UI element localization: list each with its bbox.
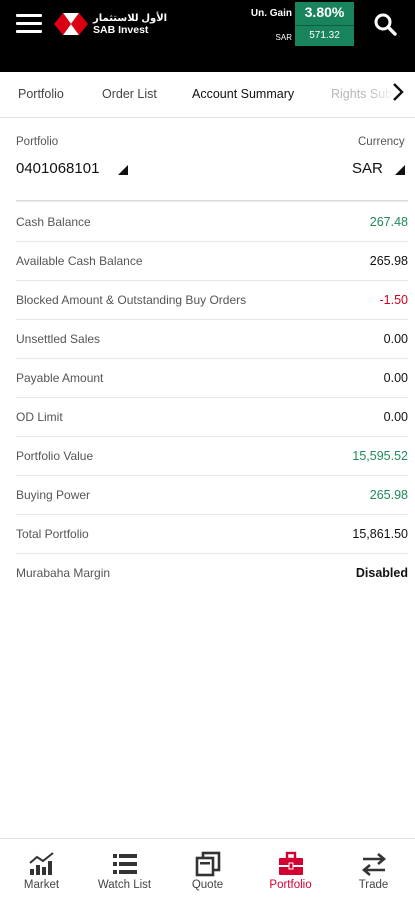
portfolio-number: 0401068101 [16,160,100,177]
unrealized-gain-percent: 3.80% [304,4,345,20]
nav-market[interactable]: Market [0,839,83,900]
row-value: -1.50 [379,293,409,307]
chevron-right-icon[interactable] [390,82,406,102]
nav-portfolio[interactable]: Portfolio [249,839,332,900]
row-value: 0.00 [383,332,408,346]
unrealized-gain-currency: SAR [275,33,292,42]
nav-label: Quote [191,879,224,891]
row-value: Disabled [355,566,408,580]
copy-icon [195,851,221,877]
briefcase-icon [279,851,303,875]
summary-row-available-cash-balance: Available Cash Balance 265.98 [16,242,408,281]
bar-chart-icon [29,852,54,875]
unrealized-gain-box[interactable]: 3.80% 571.32 [295,2,354,46]
row-label: Cash Balance [16,215,91,229]
list-icon [113,854,137,874]
nav-label: Market [23,879,60,891]
tab-account-summary[interactable]: Account Summary [192,87,294,101]
row-label: Murabaha Margin [16,566,111,580]
bottom-navigation: Market Watch List Quote Portfolio Trade [0,838,415,900]
row-value: 0.00 [383,410,408,424]
logo-arabic-text: الأول للاستثمار [93,13,168,24]
row-value: 265.98 [369,488,408,502]
nav-trade[interactable]: Trade [332,839,415,900]
row-label: Unsettled Sales [16,332,101,346]
summary-row-total-portfolio: Total Portfolio 15,861.50 [16,515,408,554]
row-label: Payable Amount [16,371,104,385]
unrealized-gain-value: 571.32 [309,30,340,41]
logo-english-text: SAB Invest [93,24,149,36]
summary-row-portfolio-value: Portfolio Value 15,595.52 [16,437,408,476]
sab-logo[interactable]: الأول للاستثمار SAB Invest [54,12,168,38]
summary-row-murabaha-margin: Murabaha Margin Disabled [16,554,408,593]
row-label: OD Limit [16,410,63,424]
app-header: الأول للاستثمار SAB Invest Un. Gain SAR … [0,0,415,72]
gain-divider [295,25,354,26]
nav-label: Trade [358,879,389,891]
nav-quote[interactable]: Quote [166,839,249,900]
row-label: Available Cash Balance [16,254,143,268]
currency-value: SAR [352,160,383,177]
row-label: Buying Power [16,488,91,502]
nav-label: Watch List [97,879,152,891]
summary-row-cash-balance: Cash Balance 267.48 [16,203,408,242]
tab-portfolio[interactable]: Portfolio [18,87,64,101]
search-icon[interactable] [373,12,397,36]
tab-order-list[interactable]: Order List [102,87,157,101]
menu-icon[interactable] [16,14,42,34]
row-value: 267.48 [369,215,408,229]
swap-arrows-icon [361,853,387,876]
summary-row-payable-amount: Payable Amount 0.00 [16,359,408,398]
unrealized-gain-label: Un. Gain [250,8,292,19]
row-value: 15,861.50 [352,527,408,541]
row-label: Portfolio Value [16,449,94,463]
currency-caret-icon [395,165,405,175]
row-value: 15,595.52 [352,449,408,463]
sab-logo-icon [54,13,88,35]
portfolio-caret-icon [118,165,128,175]
row-label: Total Portfolio [16,527,89,541]
portfolio-label: Portfolio [16,136,59,148]
nav-watch-list[interactable]: Watch List [83,839,166,900]
summary-row-od-limit: OD Limit 0.00 [16,398,408,437]
summary-row-buying-power: Buying Power 265.98 [16,476,408,515]
section-divider [16,200,408,202]
tab-bar: Portfolio Order List Account Summary Rig… [0,72,415,118]
currency-label: Currency [358,136,405,148]
account-summary-list: Cash Balance 267.48 Available Cash Balan… [16,203,408,593]
summary-row-unsettled-sales: Unsettled Sales 0.00 [16,320,408,359]
summary-row-blocked-amount: Blocked Amount & Outstanding Buy Orders … [16,281,408,320]
row-value: 265.98 [369,254,408,268]
row-value: 0.00 [383,371,408,385]
nav-label: Portfolio [269,879,312,891]
row-label: Blocked Amount & Outstanding Buy Orders [16,293,247,307]
